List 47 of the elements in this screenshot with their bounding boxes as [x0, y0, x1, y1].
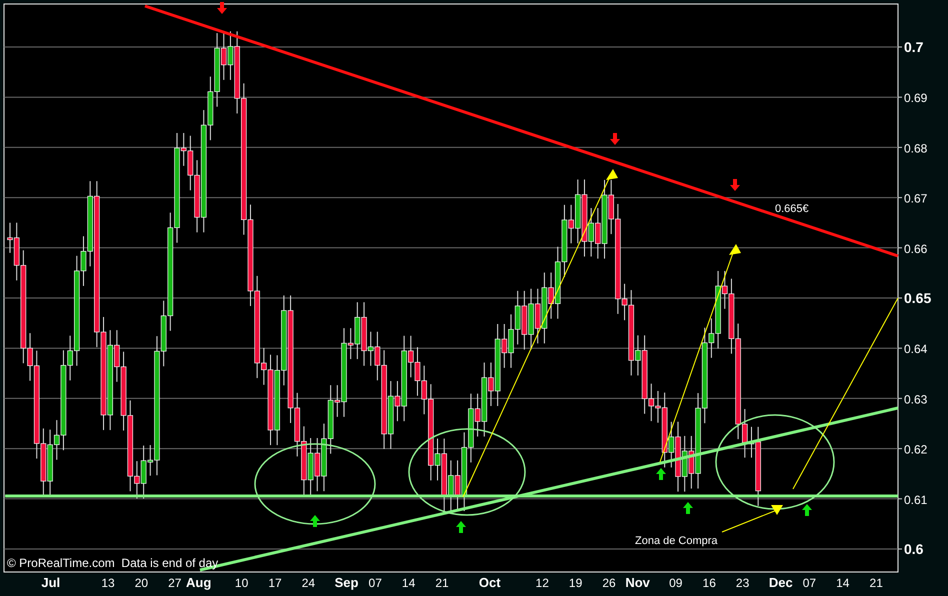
down-arrow-icon — [217, 2, 227, 14]
x-axis-label: 09 — [669, 576, 682, 590]
x-axis-label: 21 — [435, 576, 449, 590]
copyright-notice: © ProRealTime.com Data is end of day — [7, 556, 218, 570]
up-arrow-icon — [683, 502, 693, 514]
y-axis-label: 0.62 — [904, 442, 928, 457]
zone-label: Zona de Compra — [635, 535, 718, 547]
x-axis-label: Sep — [334, 575, 358, 590]
y-axis-label: 0.67 — [904, 192, 928, 206]
x-axis-label: 14 — [402, 576, 416, 590]
y-axis-label: 0.63 — [904, 392, 928, 406]
y-axis-label: 0.7 — [904, 39, 924, 55]
x-axis-label: 07 — [802, 576, 816, 590]
down-arrow-icon — [610, 133, 620, 145]
x-axis-label: 16 — [702, 576, 716, 590]
up-arrow-icon — [802, 504, 812, 516]
x-axis-label: 17 — [268, 576, 282, 590]
y-axis-label: 0.69 — [904, 91, 928, 106]
x-axis-label: 23 — [736, 576, 750, 590]
x-axis-label: Jul — [41, 575, 60, 590]
x-axis-label: 10 — [234, 576, 248, 590]
x-axis-label: Nov — [625, 575, 650, 590]
x-axis-label: 19 — [568, 576, 582, 590]
x-axis-label: 26 — [602, 576, 616, 590]
y-axis-label: 0.6 — [904, 541, 924, 557]
x-axis-label: 12 — [536, 576, 549, 590]
y-axis-label: 0.66 — [904, 242, 928, 256]
x-axis-label: 07 — [368, 576, 382, 590]
y-axis-label: 0.65 — [904, 290, 932, 306]
y-axis-label: 0.64 — [904, 342, 928, 356]
up-arrow-icon — [456, 521, 466, 533]
price-label: 0.665€ — [775, 203, 809, 215]
down-arrow-icon — [730, 179, 740, 191]
x-axis-label: Dec — [768, 575, 793, 590]
x-axis-label: 27 — [168, 576, 182, 590]
x-axis-label: Aug — [186, 575, 212, 590]
x-axis-label: 14 — [836, 576, 850, 590]
x-axis-label: 13 — [101, 576, 115, 590]
projection-arrow — [722, 505, 783, 532]
x-axis-label: Oct — [478, 575, 501, 590]
x-axis-label: 21 — [870, 576, 883, 590]
up-arrow-icon — [656, 468, 666, 480]
x-axis-label: 24 — [302, 576, 316, 590]
y-axis-label: 0.61 — [904, 492, 928, 507]
y-axis-label: 0.68 — [904, 141, 928, 156]
x-axis-label: 20 — [134, 576, 148, 590]
up-arrow-icon — [310, 515, 320, 527]
